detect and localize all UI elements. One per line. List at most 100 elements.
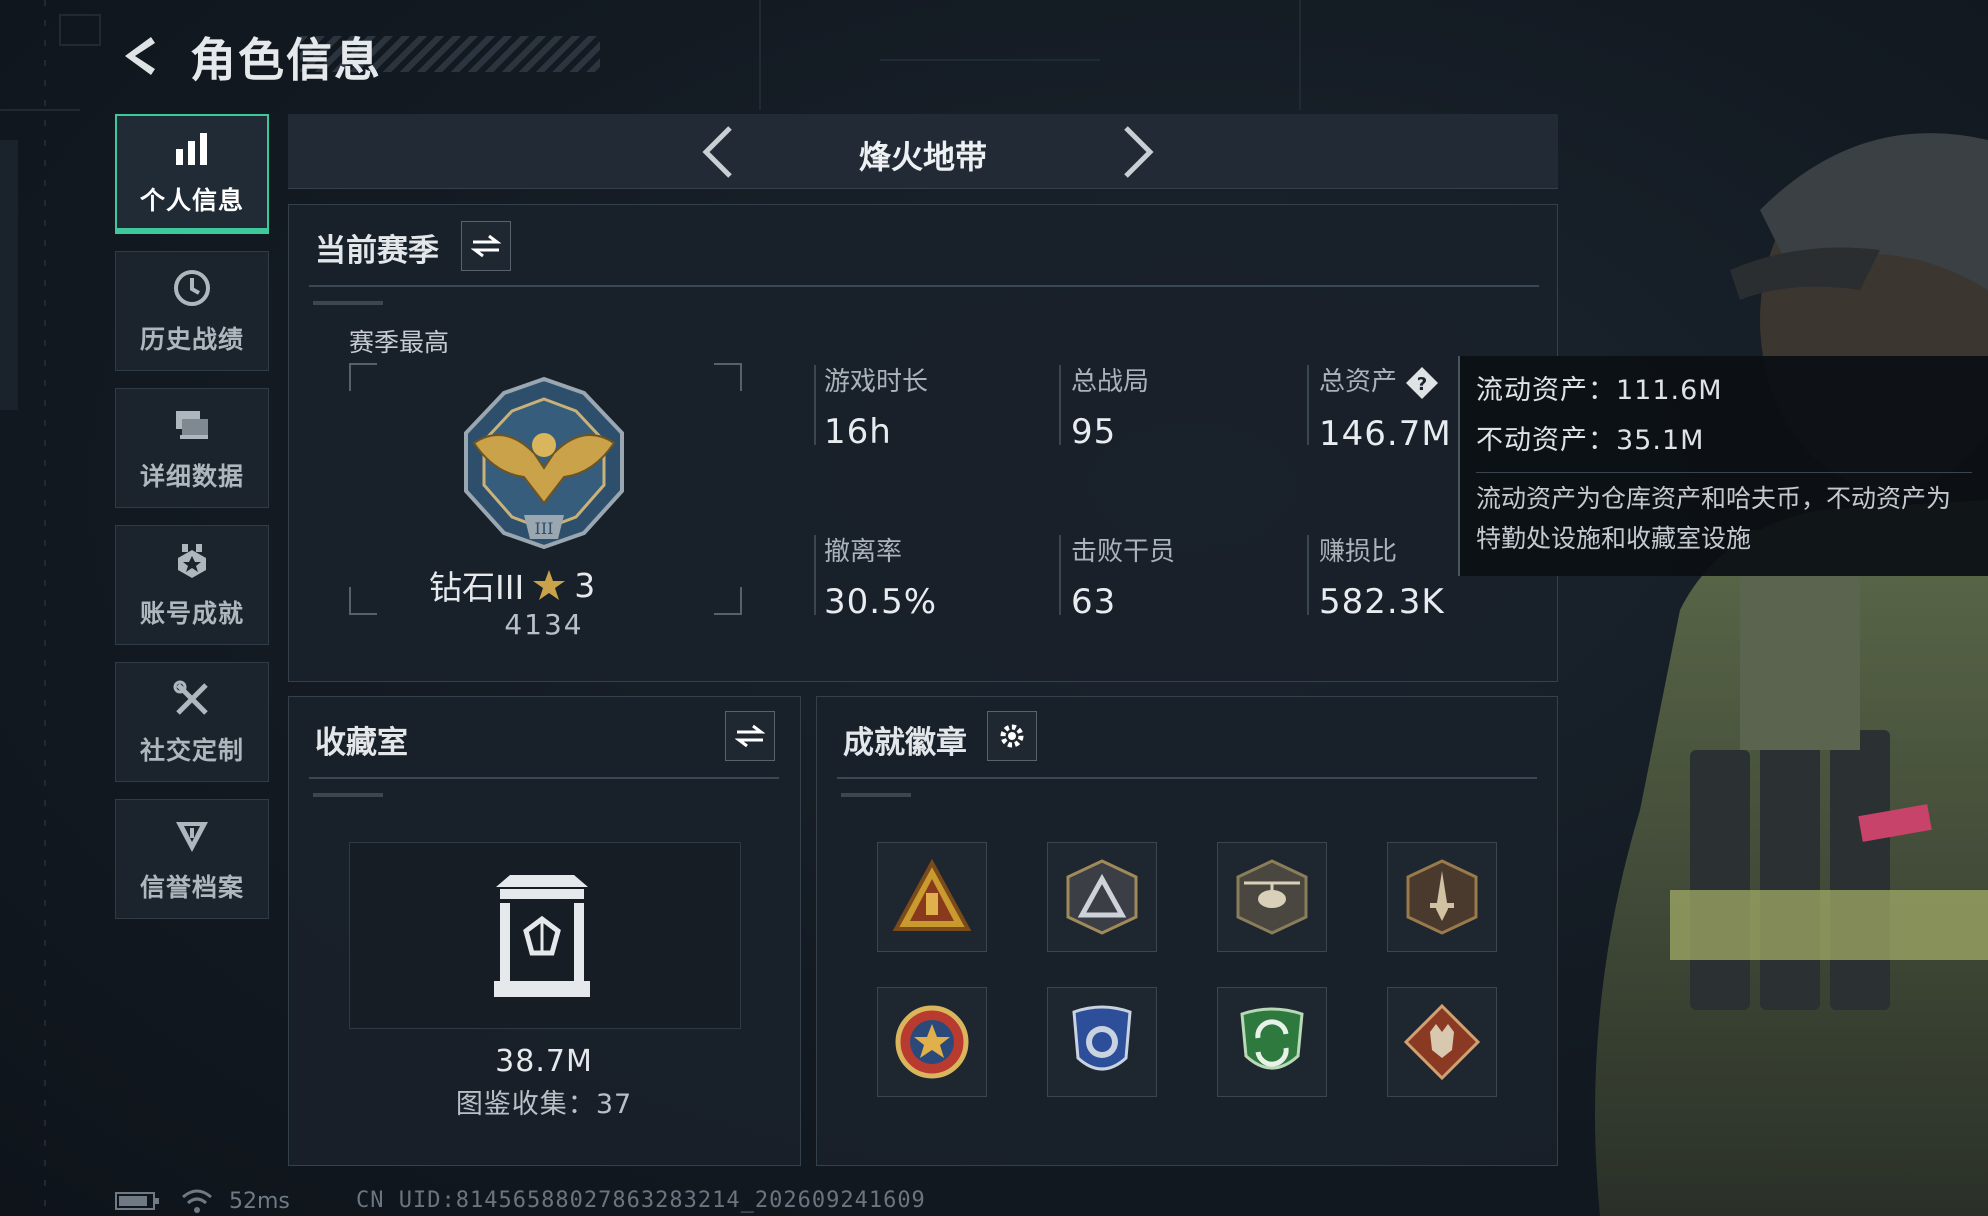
dagger-badge-icon (1406, 859, 1478, 935)
divider (313, 301, 383, 305)
police-shield-badge-icon (1072, 1005, 1132, 1071)
help-icon[interactable]: ? (1405, 366, 1439, 400)
collection-count: 图鉴收集：37 (289, 1082, 799, 1121)
tooltip-liquid-assets: 流动资产：111.6M (1476, 375, 1723, 406)
tooltip-note: 流动资产为仓库资产和哈夫币，不动资产为特勤处设施和收藏室设施 (1476, 484, 1952, 553)
stat-value: 30.5% (824, 582, 938, 622)
divider (1307, 535, 1309, 615)
stat-label: 总战局 (1071, 367, 1150, 397)
nav-label: 信誉档案 (139, 873, 244, 902)
bar-chart-icon (170, 127, 214, 171)
collection-panel: 收藏室 38.7M 图鉴收集：37 (288, 696, 801, 1166)
stat-value: 146.7M (1319, 413, 1452, 454)
triangle-badge-icon (892, 858, 972, 931)
rank-emblem-icon: III (464, 376, 624, 550)
green-arrows-badge-icon (1240, 1007, 1304, 1070)
badge-slot[interactable] (1047, 987, 1157, 1097)
collection-count-label: 图鉴收集： (455, 1089, 596, 1120)
rank-stars: 3 (574, 565, 596, 605)
svg-text:?: ? (1417, 374, 1427, 395)
side-nav: 个人信息 历史战绩 详细数据 账号成就 社交定制 信誉档案 (115, 114, 269, 936)
collection-value: 38.7M (495, 1044, 593, 1079)
badges-settings-button[interactable] (987, 711, 1037, 761)
svg-text:III: III (535, 519, 554, 538)
stat-profit-loss: 赚损比 582.3K (1319, 531, 1445, 622)
battery-icon (115, 1192, 159, 1210)
swap-icon (471, 234, 501, 258)
badge-slot[interactable] (877, 842, 987, 952)
nav-label: 个人信息 (139, 186, 244, 215)
display-case-icon (494, 875, 590, 997)
wifi-icon (182, 1189, 212, 1213)
wolf-diamond-badge-icon (1403, 1003, 1481, 1081)
divider (814, 535, 816, 615)
divider (837, 777, 1537, 779)
stat-value: 63 (1071, 582, 1117, 622)
mode-next-button[interactable] (1108, 122, 1168, 182)
collection-count-value: 37 (595, 1089, 633, 1120)
mode-name: 烽火地带 (858, 138, 987, 176)
nav-item-reputation[interactable]: 信誉档案 (115, 799, 269, 919)
nav-item-history[interactable]: 历史战绩 (115, 251, 269, 371)
frame-corner (349, 363, 377, 391)
page-title: 角色信息 (190, 33, 382, 87)
stat-extraction-rate: 撤离率 30.5% (824, 531, 937, 622)
nav-item-detailed-data[interactable]: 详细数据 (115, 388, 269, 508)
character-portrait (1595, 133, 1988, 1216)
nav-label: 社交定制 (139, 736, 244, 765)
rank-name: 钻石III 3 (429, 561, 595, 609)
star-medal-badge-icon (895, 1005, 969, 1079)
divider (1059, 365, 1061, 445)
clock-icon (170, 266, 214, 310)
mode-selector: 烽火地带 (288, 114, 1558, 189)
star-icon (533, 570, 566, 600)
stat-value: 582.3K (1319, 582, 1445, 622)
stat-label: 撤离率 (824, 537, 903, 567)
achievement-icon (170, 540, 214, 584)
badge-slot[interactable] (877, 987, 987, 1097)
season-switch-button[interactable] (461, 221, 511, 271)
asset-tooltip: 流动资产：111.6M 不动资产：35.1M 流动资产为仓库资产和哈夫币，不动资… (1458, 356, 1988, 576)
stat-play-time: 游戏时长 16h (824, 361, 928, 452)
stack-icon (170, 403, 214, 447)
frame-corner (714, 363, 742, 391)
badge-slot[interactable] (1217, 842, 1327, 952)
stat-label: 游戏时长 (824, 367, 929, 397)
nav-item-achievements[interactable]: 账号成就 (115, 525, 269, 645)
season-title: 当前赛季 (315, 233, 439, 269)
player-uid: CN UID:81456588027863283214_202609241609 (356, 1188, 926, 1213)
badge-slot[interactable] (1047, 842, 1157, 952)
tools-icon (170, 677, 214, 721)
stat-label-text: 总资产 (1319, 367, 1398, 397)
swap-icon (735, 724, 765, 748)
collection-preview[interactable] (349, 842, 741, 1029)
chevron-right-icon (1124, 126, 1154, 178)
badges-title: 成就徽章 (843, 725, 967, 761)
chevron-left-icon (125, 37, 155, 75)
helicopter-badge-icon (1236, 859, 1308, 935)
season-panel: 当前赛季 赛季最高 III 钻石III 3 4134 游戏时长 16h 总战局 … (288, 204, 1558, 682)
nav-label: 账号成就 (139, 599, 244, 628)
stat-total-matches: 总战局 95 (1071, 361, 1149, 452)
badge-slot[interactable] (1387, 842, 1497, 952)
divider (1307, 365, 1309, 445)
mountain-badge-icon (1066, 859, 1138, 935)
divider (1059, 535, 1061, 615)
stat-label: 赚损比 (1319, 537, 1398, 567)
nav-label: 详细数据 (139, 462, 244, 491)
badge-slot[interactable] (1387, 987, 1497, 1097)
latency: 52ms (229, 1188, 290, 1214)
tooltip-fixed-assets: 不动资产：35.1M (1476, 425, 1705, 456)
badge-slot[interactable] (1217, 987, 1327, 1097)
nav-item-personal-info[interactable]: 个人信息 (115, 114, 269, 234)
nav-item-social[interactable]: 社交定制 (115, 662, 269, 782)
stat-total-assets: 总资产? 146.7M (1319, 361, 1452, 454)
collection-switch-button[interactable] (725, 711, 775, 761)
back-button[interactable] (112, 28, 168, 84)
divider (309, 777, 779, 779)
status-bar: 52ms (115, 1186, 290, 1216)
gear-icon (1000, 724, 1024, 748)
season-peak-label: 赛季最高 (349, 328, 450, 357)
nav-label: 历史战绩 (139, 325, 244, 354)
stat-label: 击败干员 (1071, 537, 1176, 567)
